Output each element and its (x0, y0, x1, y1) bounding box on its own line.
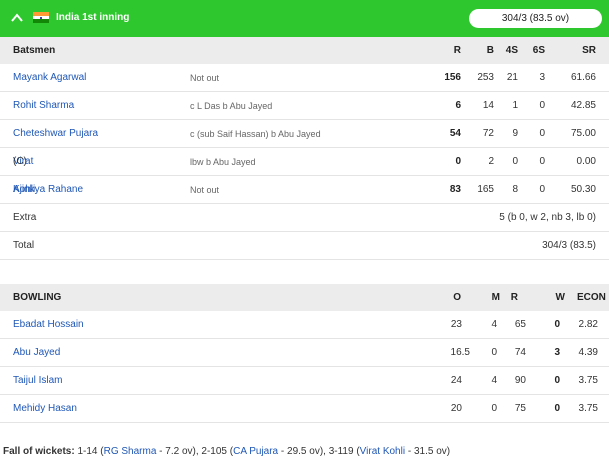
dismissal: c (sub Saif Hassan) b Abu Jayed (190, 129, 321, 139)
bowling-table-header: BOWLING O M R W ECON (0, 284, 609, 311)
fours: 0 (512, 156, 518, 167)
col-fours: 4S (505, 45, 518, 56)
strike-rate: 75.00 (570, 128, 596, 139)
col-wickets: W (555, 292, 565, 303)
table-row: Ebadat Hossain 23 4 65 0 2.82 (0, 311, 609, 339)
table-row: Cheteshwar Pujara c (sub Saif Hassan) b … (0, 120, 609, 148)
bowl-runs: 65 (514, 319, 526, 330)
strike-rate: 0.00 (576, 156, 596, 167)
runs: 0 (455, 156, 461, 167)
maidens: 4 (491, 319, 497, 330)
innings-header[interactable]: India 1st inning 304/3 (83.5 ov) (0, 0, 609, 37)
fours: 1 (512, 100, 518, 111)
overs: 16.5 (450, 347, 470, 358)
wickets: 0 (554, 375, 560, 386)
fours: 21 (506, 72, 518, 83)
runs: 156 (444, 72, 461, 83)
maidens: 0 (491, 403, 497, 414)
total-row: Total 304/3 (83.5) (0, 232, 609, 260)
bowl-runs: 75 (514, 403, 526, 414)
overs: 24 (450, 375, 462, 386)
extras-label: Extra (13, 212, 37, 223)
sixes: 0 (539, 184, 545, 195)
col-overs: O (453, 292, 461, 303)
fow-player-link[interactable]: CA Pujara (233, 446, 278, 457)
batsman-name[interactable]: Ajinkya Rahane (13, 176, 83, 204)
economy: 3.75 (578, 375, 598, 386)
bowler-name[interactable]: Mehidy Hasan (13, 395, 77, 423)
fow-post: - 31.5 ov) (405, 446, 451, 457)
runs: 54 (449, 128, 461, 139)
sixes: 0 (539, 128, 545, 139)
bowler-name[interactable]: Abu Jayed (13, 339, 60, 367)
innings-score-badge: 304/3 (83.5 ov) (469, 9, 602, 28)
fow-pre: 2-105 ( (201, 446, 234, 457)
col-sixes: 6S (532, 45, 545, 56)
runs: 6 (455, 100, 461, 111)
dismissal: lbw b Abu Jayed (190, 157, 256, 167)
overs: 20 (450, 403, 462, 414)
bowler-name[interactable]: Ebadat Hossain (13, 311, 84, 339)
wickets: 0 (554, 403, 560, 414)
bowl-runs: 74 (514, 347, 526, 358)
table-row: Mehidy Hasan 20 0 75 0 3.75 (0, 395, 609, 423)
total-label: Total (13, 240, 35, 251)
dismissal: Not out (190, 73, 220, 83)
strike-rate: 61.66 (570, 72, 596, 83)
runs: 83 (449, 184, 461, 195)
india-flag-icon (33, 12, 49, 23)
maidens: 0 (491, 347, 497, 358)
table-row: Abu Jayed 16.5 0 74 3 4.39 (0, 339, 609, 367)
bowler-name[interactable]: Taijul Islam (13, 367, 62, 395)
fow-post: - 29.5 ov), (278, 446, 329, 457)
economy: 2.82 (578, 319, 598, 330)
table-row: Ajinkya Rahane Not out 83 165 8 0 50.30 (0, 176, 609, 204)
economy: 4.39 (578, 347, 598, 358)
table-row: Virat Kohli (C) lbw b Abu Jayed 0 2 0 0 … (0, 148, 609, 195)
col-bowl-runs: R (510, 292, 518, 303)
col-batsmen: Batsmen (13, 45, 56, 56)
total-value: 304/3 (83.5) (542, 240, 596, 251)
chevron-up-icon[interactable] (10, 11, 24, 25)
fours: 8 (512, 184, 518, 195)
wickets: 3 (554, 347, 560, 358)
fow-pre: 1-14 ( (74, 446, 104, 457)
wickets: 0 (554, 319, 560, 330)
overs: 23 (450, 319, 462, 330)
fall-of-wickets: Fall of wickets: 1-14 (RG Sharma - 7.2 o… (3, 446, 450, 457)
strike-rate: 42.85 (570, 100, 596, 111)
batsman-name[interactable]: Mayank Agarwal (13, 64, 86, 92)
fours: 9 (512, 128, 518, 139)
batting-table-header: Batsmen R B 4S 6S SR (0, 37, 609, 64)
sixes: 0 (539, 100, 545, 111)
fow-player-link[interactable]: RG Sharma (104, 446, 157, 457)
extras-value: 5 (b 0, w 2, nb 3, lb 0) (499, 212, 596, 223)
bowl-runs: 90 (514, 375, 526, 386)
sixes: 3 (539, 72, 545, 83)
col-runs: R (453, 45, 461, 56)
col-strike-rate: SR (582, 45, 596, 56)
batsman-name[interactable]: Cheteshwar Pujara (13, 120, 98, 148)
col-economy: ECON (577, 292, 606, 303)
strike-rate: 50.30 (570, 184, 596, 195)
table-row: Taijul Islam 24 4 90 0 3.75 (0, 367, 609, 395)
innings-title: India 1st inning (56, 12, 130, 23)
batsman-name[interactable]: Rohit Sharma (13, 92, 74, 120)
captain-tag: (C) (13, 156, 27, 167)
col-bowling: BOWLING (13, 292, 62, 303)
fow-pre: 3-119 ( (328, 446, 360, 457)
dismissal: c L Das b Abu Jayed (190, 101, 273, 111)
fow-label: Fall of wickets: (3, 446, 75, 457)
fow-post: - 7.2 ov), (156, 446, 202, 457)
table-row: Mayank Agarwal Not out 156 253 21 3 61.6… (0, 64, 609, 92)
dismissal: Not out (190, 185, 220, 195)
sixes: 0 (539, 156, 545, 167)
extras-row: Extra 5 (b 0, w 2, nb 3, lb 0) (0, 204, 609, 232)
table-row: Rohit Sharma c L Das b Abu Jayed 6 14 1 … (0, 92, 609, 120)
maidens: 4 (491, 375, 497, 386)
economy: 3.75 (578, 403, 598, 414)
fow-player-link[interactable]: Virat Kohli (360, 446, 405, 457)
